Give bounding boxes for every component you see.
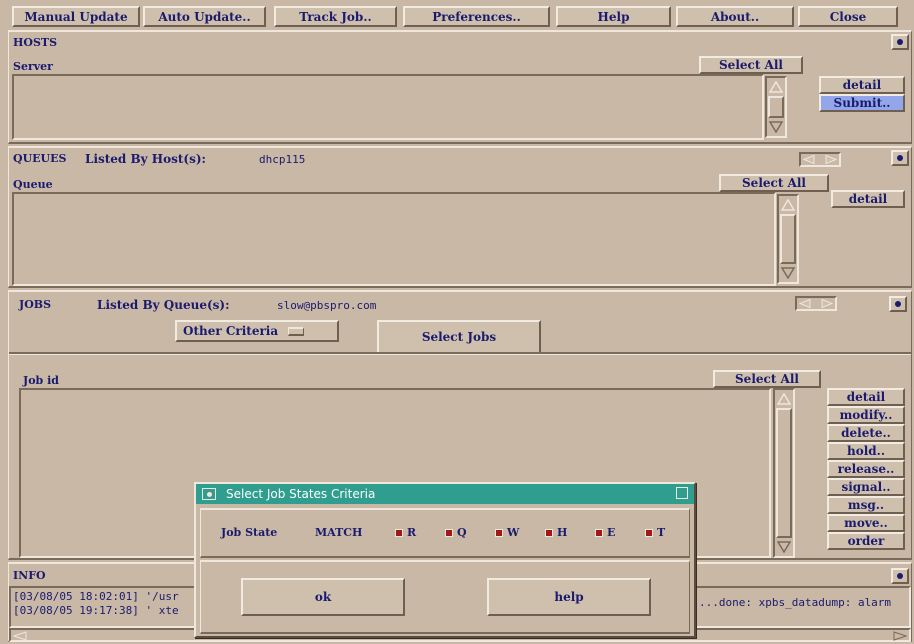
jobs-select-all-button[interactable]: Select All [713, 370, 821, 388]
scroll-thumb[interactable] [768, 96, 784, 118]
scroll-up-icon[interactable] [780, 197, 796, 213]
state-label: E [607, 526, 616, 539]
info-log-line: [03/08/05 18:02:01] '/usr [13, 590, 179, 603]
state-label: H [557, 526, 568, 539]
dialog-help-button[interactable]: help [487, 578, 651, 616]
dialog-title: Select Job States Criteria [226, 487, 376, 501]
hosts-title: HOSTS [13, 36, 58, 49]
job-detail-button[interactable]: detail [827, 388, 905, 406]
checkbox-icon [495, 528, 503, 537]
job-states-dialog: Select Job States Criteria Job State MAT… [194, 482, 696, 638]
other-criteria-menu[interactable]: Other Criteria [175, 320, 339, 342]
about-button[interactable]: About.. [676, 6, 794, 27]
queues-queue-header: Queue [13, 178, 53, 191]
scroll-up-icon[interactable] [776, 391, 792, 407]
other-criteria-label: Other Criteria [183, 324, 279, 338]
jobs-toggle-icon[interactable] [889, 296, 907, 312]
checkbox-icon [645, 528, 653, 537]
scroll-down-icon[interactable] [776, 539, 792, 555]
jobs-jobid-header: Job id [23, 374, 59, 387]
state-h-checkbox[interactable]: H [545, 526, 567, 539]
job-msg-button[interactable]: msg.. [827, 496, 905, 514]
queues-list[interactable] [12, 192, 776, 286]
jobs-listed-by-value: slow@pbspro.com [277, 299, 377, 312]
hosts-server-header: Server [13, 60, 53, 73]
dialog-button-area: ok help [200, 560, 690, 634]
hosts-toggle-icon[interactable] [891, 34, 909, 50]
job-signal-button[interactable]: signal.. [827, 478, 905, 496]
jobs-divider [9, 352, 911, 355]
queues-panel: QUEUES Listed By Host(s): dhcp115 Queue … [8, 146, 912, 288]
menu-bar: Manual Update Auto Update.. Track Job.. … [0, 0, 914, 28]
queues-listed-by-label: Listed By Host(s): [85, 152, 206, 166]
state-label: T [657, 526, 666, 539]
hosts-select-all-button[interactable]: Select All [699, 56, 803, 74]
jobs-hscroll-icon[interactable] [795, 296, 837, 311]
close-button[interactable]: Close [798, 6, 898, 27]
checkbox-icon [395, 528, 403, 537]
scroll-right-icon[interactable] [893, 631, 907, 641]
job-state-row: Job State MATCH R Q W H E T [200, 508, 690, 558]
scroll-down-icon[interactable] [780, 265, 796, 281]
auto-update-button[interactable]: Auto Update.. [143, 6, 266, 27]
info-log-line: [03/08/05 19:17:38] ' xte [13, 604, 179, 617]
queues-title: QUEUES [13, 152, 67, 165]
queues-select-all-button[interactable]: Select All [719, 174, 829, 192]
job-delete-button[interactable]: delete.. [827, 424, 905, 442]
queues-toggle-icon[interactable] [891, 150, 909, 166]
job-move-button[interactable]: move.. [827, 514, 905, 532]
jobs-title: JOBS [19, 298, 52, 311]
info-log-right: ...done: xpbs_datadump: alarm [699, 596, 892, 609]
job-hold-button[interactable]: hold.. [827, 442, 905, 460]
job-release-button[interactable]: release.. [827, 460, 905, 478]
manual-update-button[interactable]: Manual Update [12, 6, 140, 27]
scroll-down-icon[interactable] [768, 119, 784, 135]
job-modify-button[interactable]: modify.. [827, 406, 905, 424]
ok-button[interactable]: ok [241, 578, 405, 616]
state-q-checkbox[interactable]: Q [445, 526, 467, 539]
jobs-scrollbar[interactable] [773, 388, 795, 558]
option-menu-icon [288, 326, 305, 336]
state-e-checkbox[interactable]: E [595, 526, 615, 539]
state-label: R [407, 526, 417, 539]
scroll-thumb[interactable] [776, 408, 792, 538]
state-t-checkbox[interactable]: T [645, 526, 665, 539]
checkbox-icon [445, 528, 453, 537]
state-r-checkbox[interactable]: R [395, 526, 416, 539]
track-job-button[interactable]: Track Job.. [274, 6, 397, 27]
maximize-icon[interactable] [676, 487, 688, 499]
hosts-detail-button[interactable]: detail [819, 76, 905, 94]
hosts-panel: HOSTS Server Select All detail Submit.. [8, 30, 912, 144]
help-button[interactable]: Help [556, 6, 671, 27]
hosts-scrollbar[interactable] [765, 76, 787, 138]
match-label: MATCH [315, 526, 363, 539]
scroll-thumb[interactable] [780, 214, 796, 264]
jobs-listed-by-label: Listed By Queue(s): [97, 298, 230, 312]
window-menu-icon[interactable] [202, 488, 216, 500]
scroll-left-icon[interactable] [13, 631, 27, 641]
queues-listed-by-value: dhcp115 [259, 153, 306, 166]
job-order-button[interactable]: order [827, 532, 905, 550]
job-state-label: Job State [221, 526, 278, 539]
state-label: W [507, 526, 520, 539]
queues-detail-button[interactable]: detail [831, 190, 905, 208]
dialog-titlebar[interactable]: Select Job States Criteria [196, 484, 694, 504]
preferences-button[interactable]: Preferences.. [403, 6, 550, 27]
hosts-submit-button[interactable]: Submit.. [819, 94, 905, 112]
info-title: INFO [13, 569, 46, 582]
scroll-up-icon[interactable] [768, 79, 784, 95]
state-label: Q [457, 526, 467, 539]
checkbox-icon [595, 528, 603, 537]
state-w-checkbox[interactable]: W [495, 526, 519, 539]
hosts-list[interactable] [12, 74, 764, 140]
queues-scrollbar[interactable] [777, 194, 799, 284]
queues-hscroll-icon[interactable] [799, 152, 841, 167]
select-jobs-button[interactable]: Select Jobs [377, 320, 541, 354]
info-toggle-icon[interactable] [891, 568, 909, 584]
checkbox-icon [545, 528, 553, 537]
